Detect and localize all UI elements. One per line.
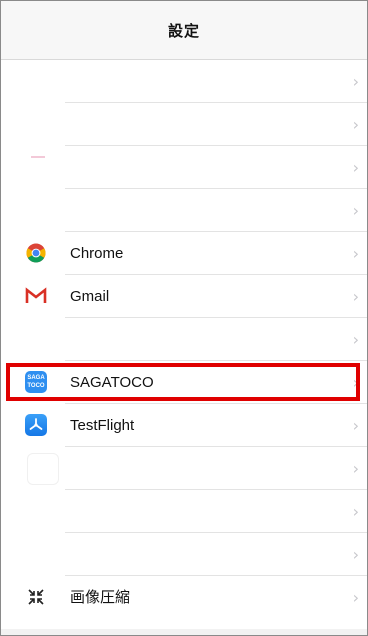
chevron-right-icon: › xyxy=(352,244,359,263)
sagatoco-icon-text-bottom: TOCO xyxy=(27,383,45,389)
list-item-gmail[interactable]: Gmail › xyxy=(1,275,367,318)
list-item[interactable]: › xyxy=(1,490,367,533)
row-label: Gmail xyxy=(70,288,110,305)
settings-screen: 設定 › › › › Chrome › Gmail › › SAGA TOCO … xyxy=(0,0,368,636)
navigation-bar: 設定 xyxy=(1,1,367,60)
chrome-icon xyxy=(25,242,47,264)
list-item[interactable]: › xyxy=(1,103,367,146)
list-item[interactable]: › xyxy=(1,533,367,576)
chevron-right-icon: › xyxy=(352,287,359,306)
row-label: 画像圧縮 xyxy=(70,589,131,606)
chevron-right-icon: › xyxy=(352,588,359,607)
chevron-right-icon: › xyxy=(352,502,359,521)
image-compress-icon xyxy=(25,586,47,608)
gmail-icon xyxy=(25,285,47,307)
row-label: Chrome xyxy=(70,245,124,262)
list-item[interactable]: › xyxy=(1,189,367,232)
list-item[interactable]: › xyxy=(1,60,367,103)
list-item-chrome[interactable]: Chrome › xyxy=(1,232,367,275)
list-item[interactable]: › xyxy=(1,447,367,490)
chevron-right-icon: › xyxy=(352,330,359,349)
chevron-right-icon: › xyxy=(352,545,359,564)
chevron-right-icon: › xyxy=(352,115,359,134)
list-item[interactable]: › xyxy=(1,318,367,361)
bottom-strip xyxy=(1,629,367,635)
row-label: SAGATOCO xyxy=(70,374,154,391)
page-title: 設定 xyxy=(167,22,200,40)
chevron-right-icon: › xyxy=(352,373,359,392)
chevron-right-icon: › xyxy=(352,201,359,220)
list-item-sagatoco[interactable]: SAGA TOCO SAGATOCO › xyxy=(1,361,367,404)
faint-icon-remnant xyxy=(31,156,45,158)
chevron-right-icon: › xyxy=(352,459,359,478)
list-item[interactable]: › xyxy=(1,146,367,189)
chevron-right-icon: › xyxy=(352,416,359,435)
sagatoco-icon: SAGA TOCO xyxy=(25,371,47,393)
sagatoco-icon-text-top: SAGA xyxy=(27,375,45,381)
testflight-icon xyxy=(25,414,47,436)
chevron-right-icon: › xyxy=(352,158,359,177)
settings-list: › › › › Chrome › Gmail › › SAGA TOCO SAG… xyxy=(1,60,367,620)
faint-icon-remnant xyxy=(27,453,59,485)
row-label: TestFlight xyxy=(70,417,135,434)
chevron-right-icon: › xyxy=(352,72,359,91)
list-item-testflight[interactable]: TestFlight › xyxy=(1,404,367,447)
list-item-image-compress[interactable]: 画像圧縮 › xyxy=(1,576,367,620)
